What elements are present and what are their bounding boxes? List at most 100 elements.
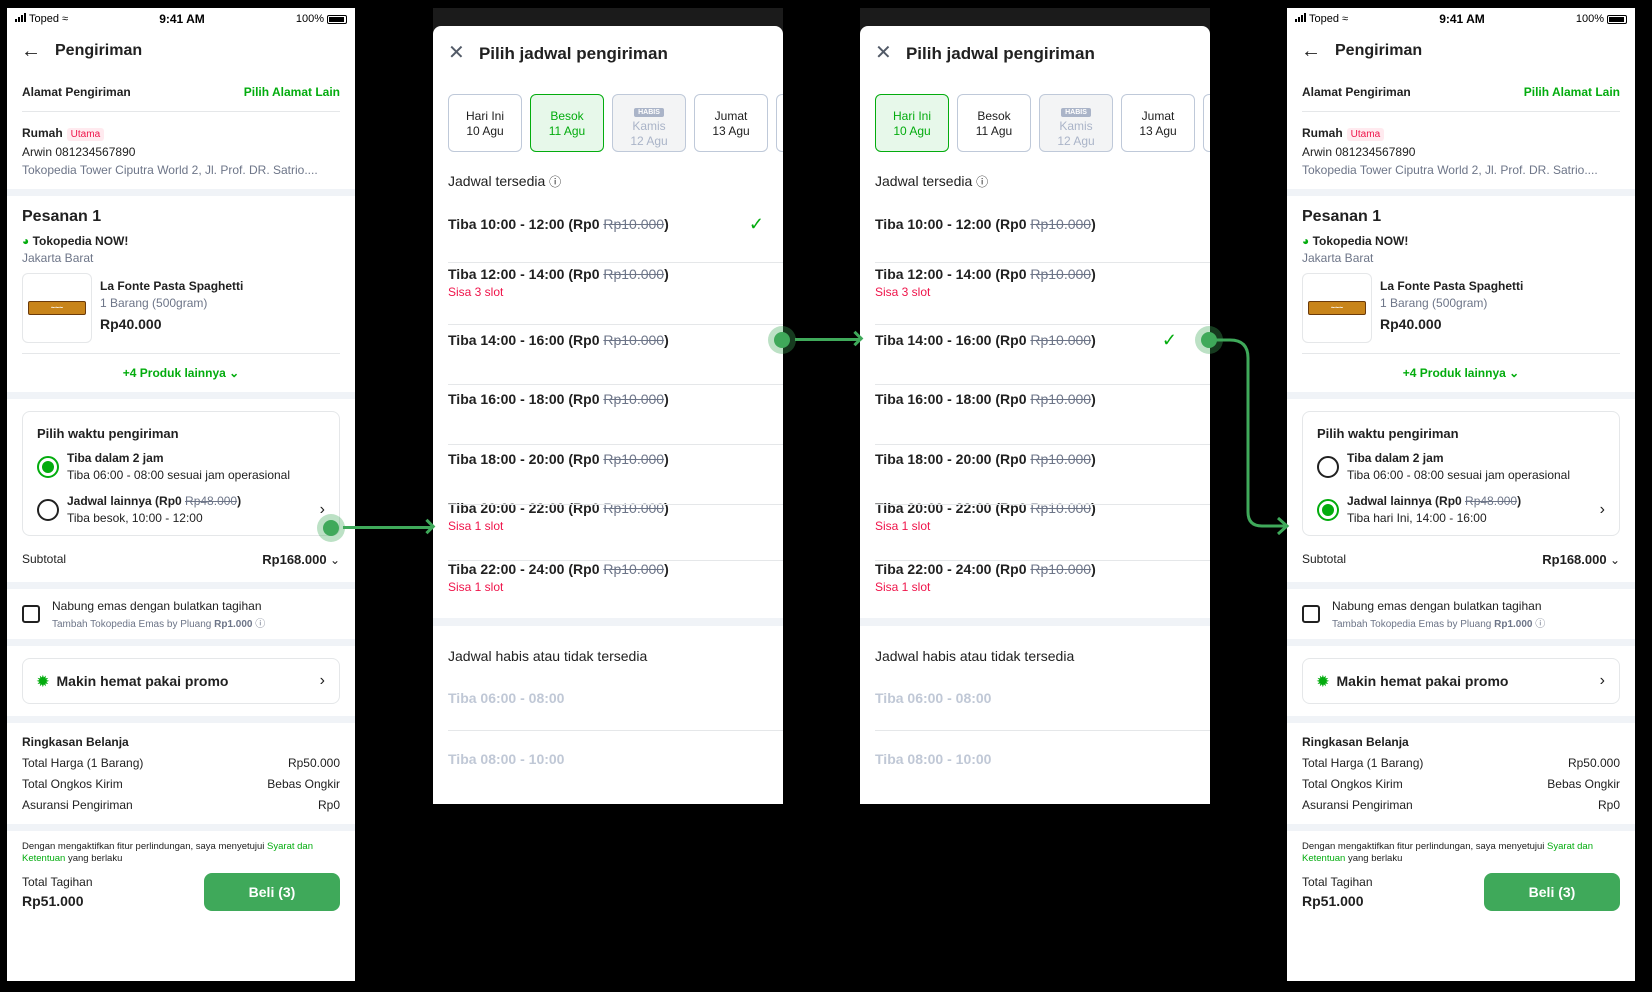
day-tab[interactable]: Hari Ini 10 Agu (448, 94, 522, 152)
summary-title: Ringkasan Belanja (1302, 735, 1409, 749)
main-address-badge: Utama (1346, 128, 1385, 141)
slot-remaining: Sisa 3 slot (875, 285, 931, 299)
chevron-right-icon[interactable]: › (1600, 501, 1605, 519)
product-name: La Fonte Pasta Spaghetti (100, 279, 244, 293)
option-two-hours-title: Tiba dalam 2 jam (1347, 451, 1444, 465)
gold-sub: Tambah Tokopedia Emas by Pluang (1332, 618, 1495, 630)
slot-price: (Rp0 (995, 332, 1031, 348)
flow-arrow (343, 526, 431, 529)
buy-button[interactable]: Beli (3) (204, 873, 340, 911)
shop-city: Jakarta Barat (1302, 251, 1374, 265)
gold-checkbox[interactable] (22, 605, 40, 623)
time-slot[interactable]: Tiba 22:00 - 24:00 (Rp0 Rp10.000) Sisa 1 … (448, 561, 768, 594)
time-slot[interactable]: Tiba 18:00 - 20:00 (Rp0 Rp10.000) (448, 451, 768, 467)
time-slot[interactable]: Tiba 16:00 - 18:00 (Rp0 Rp10.000) (448, 391, 768, 407)
day-tab[interactable]: Besok 11 Agu (957, 94, 1031, 152)
time-slot[interactable]: Tiba 14:00 - 16:00 (Rp0 Rp10.000) ✓ (875, 330, 1195, 350)
slot-price: (Rp0 (995, 500, 1031, 516)
time-slot[interactable]: Tiba 18:00 - 20:00 (Rp0 Rp10.000) (875, 451, 1195, 467)
day-tab[interactable]: Jumat 13 Agu (1121, 94, 1195, 152)
info-icon[interactable]: ⓘ (255, 619, 265, 630)
subtotal-label: Subtotal (22, 552, 67, 566)
subtotal-label: Subtotal (1302, 552, 1347, 566)
address-name: Rumah (1302, 126, 1343, 140)
checkmark-icon: ✓ (1161, 330, 1177, 350)
option-schedule[interactable]: Jadwal lainnya (Rp0 Rp48.000) Tiba besok… (37, 494, 325, 525)
slot-old-price: Rp10.000 (603, 451, 665, 467)
gold-title: Nabung emas dengan bulatkan tagihan (52, 598, 262, 613)
day-tab-more[interactable] (1203, 94, 1210, 152)
summary-value: Rp50.000 (1567, 756, 1620, 770)
info-icon[interactable]: ⓘ (549, 175, 561, 189)
time-slot[interactable]: Tiba 10:00 - 12:00 (Rp0 Rp10.000) (875, 216, 1195, 232)
more-products-label: +4 Produk lainnya (122, 366, 226, 380)
terms-text: Dengan mengaktifkan fitur perlindungan, … (1302, 841, 1548, 852)
day-tab[interactable]: Besok 11 Agu (530, 94, 604, 152)
promo-button[interactable]: ✹ Makin hemat pakai promo › (1302, 658, 1620, 704)
slot-remaining: Sisa 1 slot (875, 580, 931, 594)
more-products-toggle[interactable]: +4 Produk lainnya ⌄ (1302, 354, 1620, 392)
gold-checkbox[interactable] (1302, 605, 1320, 623)
back-arrow-icon[interactable]: ← (1301, 40, 1321, 63)
option-schedule-old-price: Rp48.000 (185, 494, 238, 508)
slot-time: Tiba 20:00 - 22:00 (448, 500, 569, 516)
day-tab-more[interactable] (776, 94, 783, 152)
carrier: Toped (1309, 13, 1339, 25)
option-two-hours-sub: Tiba 06:00 - 08:00 sesuai jam operasiona… (67, 468, 291, 482)
buy-button[interactable]: Beli (3) (1484, 873, 1620, 911)
info-icon[interactable]: ⓘ (1535, 619, 1545, 630)
radio-schedule[interactable] (37, 498, 59, 521)
back-arrow-icon[interactable]: ← (21, 40, 41, 63)
summary-value: Rp50.000 (287, 756, 340, 770)
option-two-hours[interactable]: Tiba dalam 2 jam Tiba 06:00 - 08:00 sesu… (37, 451, 325, 482)
total-label: Total Tagihan (1302, 875, 1373, 889)
product-item: ~~~ La Fonte Pasta Spaghetti 1 Barang (5… (22, 273, 340, 354)
battery-level: 100% (1575, 13, 1604, 25)
schedule-sheet-today: ✕ Pilih jadwal pengiriman Hari Ini 10 Agu… (860, 26, 1210, 804)
change-address-link[interactable]: Pilih Alamat Lain (1524, 85, 1620, 99)
time-slot[interactable]: Tiba 12:00 - 14:00 (Rp0 Rp10.000) Sisa 3 … (448, 266, 768, 299)
unavailable-slot: Tiba 06:00 - 08:00 (448, 690, 565, 706)
radio-two-hours[interactable] (1317, 455, 1339, 478)
option-schedule-title: Jadwal lainnya (Rp0 (67, 494, 186, 508)
battery-icon (1607, 14, 1627, 24)
day-date: 11 Agu (548, 124, 586, 138)
available-title-text: Jadwal tersedia (448, 173, 546, 189)
time-slot[interactable]: Tiba 16:00 - 18:00 (Rp0 Rp10.000) (875, 391, 1195, 407)
day-date: 10 Agu (893, 124, 931, 138)
time-slot[interactable]: Tiba 12:00 - 14:00 (Rp0 Rp10.000) Sisa 3 … (875, 266, 1195, 299)
signal-icon (15, 13, 26, 22)
shop-logo-icon: ◕ (1302, 234, 1310, 248)
time-slot[interactable]: Tiba 22:00 - 24:00 (Rp0 Rp10.000) Sisa 1 … (875, 561, 1195, 594)
info-icon[interactable]: ⓘ (976, 175, 988, 189)
order-title: Pesanan 1 (22, 208, 102, 225)
subtotal-row[interactable]: Subtotal Rp168.000 ⌄ (1302, 536, 1620, 582)
day-tab[interactable]: Jumat 13 Agu (694, 94, 768, 152)
option-schedule[interactable]: Jadwal lainnya (Rp0 Rp48.000) Tiba hari … (1317, 494, 1605, 525)
slot-price: (Rp0 (995, 266, 1031, 282)
slot-old-price: Rp10.000 (1030, 332, 1092, 348)
radio-two-hours[interactable] (37, 455, 59, 478)
time-slot[interactable]: Tiba 10:00 - 12:00 (Rp0 Rp10.000) ✓ (448, 214, 768, 234)
change-address-link[interactable]: Pilih Alamat Lain (244, 85, 340, 99)
promo-button[interactable]: ✹ Makin hemat pakai promo › (22, 658, 340, 704)
address-label: Alamat Pengiriman (22, 84, 131, 99)
slot-old-price: Rp10.000 (603, 391, 665, 407)
subtotal-row[interactable]: Subtotal Rp168.000 ⌄ (22, 536, 340, 582)
radio-schedule[interactable] (1317, 498, 1339, 521)
option-two-hours-title: Tiba dalam 2 jam (67, 451, 164, 465)
day-tab[interactable]: Hari Ini 10 Agu (875, 94, 949, 152)
address-line: Tokopedia Tower Ciputra World 2, Jl. Pro… (22, 163, 318, 177)
time-slot[interactable]: Tiba 14:00 - 16:00 (Rp0 Rp10.000) (448, 332, 768, 348)
slot-old-price: Rp10.000 (1030, 451, 1092, 467)
close-icon[interactable]: ✕ (875, 42, 892, 64)
option-two-hours[interactable]: Tiba dalam 2 jam Tiba 06:00 - 08:00 sesu… (1317, 451, 1605, 482)
day-name: Besok (550, 109, 584, 123)
sold-out-badge: HABIS (634, 108, 664, 117)
slot-old-price: Rp10.000 (1030, 500, 1092, 516)
more-products-toggle[interactable]: +4 Produk lainnya ⌄ (22, 354, 340, 392)
slot-price: (Rp0 (995, 561, 1031, 577)
slot-time: Tiba 16:00 - 18:00 (448, 391, 569, 407)
close-icon[interactable]: ✕ (448, 42, 465, 64)
summary-value: Bebas Ongkir (267, 777, 340, 791)
